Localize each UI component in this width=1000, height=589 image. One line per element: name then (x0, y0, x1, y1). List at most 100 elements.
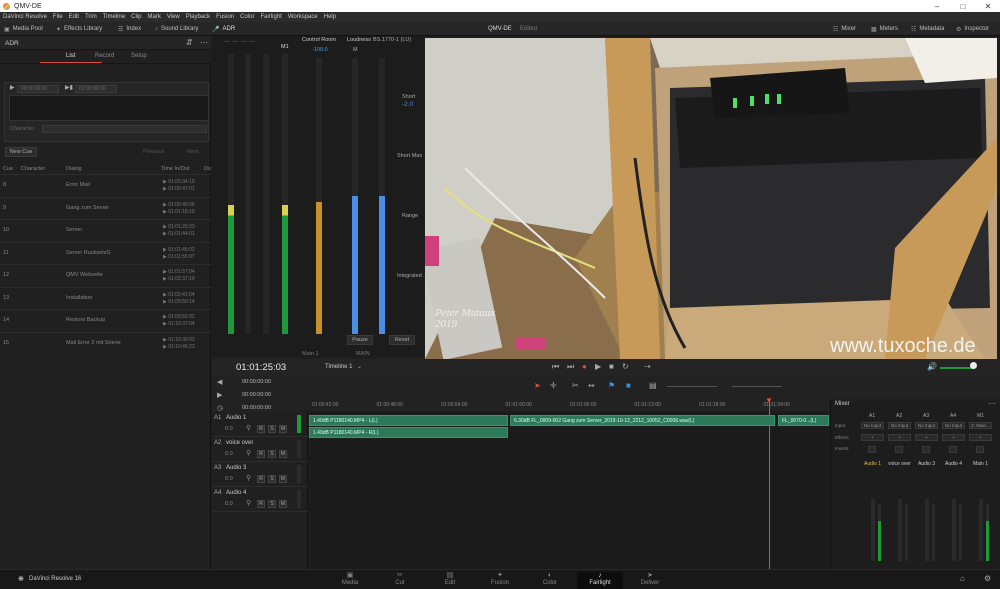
media-pool-button[interactable]: ▣ Media Pool (4, 24, 43, 34)
maximize-icon[interactable]: □ (950, 0, 976, 12)
clip-gang-zum-server[interactable]: 6.30dB FL_0009-002 Gang zum Server_2019-… (510, 415, 775, 426)
channel-fader[interactable] (979, 499, 983, 561)
menu-fairlight[interactable]: Fairlight (260, 14, 281, 20)
record-arm-button[interactable]: R (257, 450, 265, 458)
menu-mark[interactable]: Mark (148, 14, 161, 20)
flag-icon[interactable]: ⚑ (608, 381, 615, 390)
menu-fusion[interactable]: Fusion (216, 14, 234, 20)
channel-input[interactable]: 2: Main... (969, 422, 992, 429)
clip-a1-left[interactable]: 1.40dB P1180140.MP4 - L(L) (309, 415, 508, 426)
channel-inserts[interactable] (868, 446, 876, 453)
cue-row[interactable]: 14 Restore Backup ▶ 01:09:52:02 ▶ 01:10:37:… (0, 309, 211, 332)
page-tab-fairlight[interactable]: ♪ Fairlight (577, 572, 623, 589)
solo-button[interactable]: S (268, 450, 276, 458)
character-field[interactable] (42, 125, 207, 133)
page-tab-edit[interactable]: ▤ Edit (427, 572, 473, 589)
page-tab-color[interactable]: ◐ Color (527, 572, 573, 589)
dialog-input[interactable] (9, 95, 209, 121)
channel-input[interactable]: No Input (942, 422, 965, 429)
channel-inserts[interactable] (976, 446, 984, 453)
solo-button[interactable]: S (268, 500, 276, 508)
channel-inserts[interactable] (949, 446, 957, 453)
settings-icon[interactable]: ⚙ (984, 574, 991, 583)
channel-inserts[interactable] (922, 446, 930, 453)
new-cue-button[interactable]: New Cue (5, 147, 37, 157)
menu-workspace[interactable]: Workspace (288, 14, 318, 20)
cue-row[interactable]: 13 Installation ▶ 01:02:41:04 ▶ 01:09:50:14 (0, 286, 211, 310)
volume-slider[interactable] (940, 367, 974, 369)
record-in-field[interactable]: 00:00:00:00 (17, 85, 59, 93)
mute-button[interactable]: M (279, 425, 287, 433)
link-icon[interactable]: ↭ (588, 381, 595, 390)
tab-setup[interactable]: Setup (131, 53, 147, 59)
page-tab-fusion[interactable]: ✦ Fusion (477, 572, 523, 589)
channel-effects[interactable]: + (915, 434, 938, 441)
channel-input[interactable]: No Input (861, 422, 884, 429)
channel-effects[interactable]: + (942, 434, 965, 441)
page-tab-cut[interactable]: ✂ Cut (377, 572, 423, 589)
speaker-icon[interactable]: 🔊 (927, 362, 937, 371)
timeline-lanes[interactable]: ▼ 1.40dB P1180140.MP4 - L(L) 1.40dB P118… (309, 396, 829, 569)
mixer-more-icon[interactable]: ⋯ (988, 399, 996, 408)
marker-icon[interactable]: ■ (626, 381, 631, 390)
close-icon[interactable]: ✕ (975, 0, 1000, 12)
page-tab-deliver[interactable]: ➤ Deliver (627, 572, 673, 589)
cue-row[interactable]: 11 Server RucksetzG ▶ 01:01:45:02 ▶ 01:01:5… (0, 241, 211, 265)
channel-fader[interactable] (952, 499, 956, 561)
sound-library-button[interactable]: ♪ Sound Library (155, 24, 198, 34)
mixer-button[interactable]: ☷ Mixer (833, 24, 856, 34)
next-button[interactable]: Next (187, 149, 198, 155)
record-icon[interactable]: ● (582, 362, 587, 371)
zoom-slider-2[interactable] (732, 386, 782, 387)
main-selector[interactable]: Main 1 (302, 351, 319, 357)
track-volume[interactable]: 0.0 (225, 501, 233, 507)
timeline-selector[interactable]: Timeline 1 (325, 364, 352, 370)
mute-button[interactable]: M (279, 475, 287, 483)
channel-effects[interactable]: + (969, 434, 992, 441)
chevron-down-icon[interactable]: ⌄ (357, 363, 362, 370)
cue-row[interactable]: 9 Gang zum Server ▶ 01:00:49:06 ▶ 01:01:18:… (0, 196, 211, 220)
cue-row[interactable]: 10 Server ▶ 01:01:20:23 ▶ 01:01:44:01 (0, 219, 211, 242)
effects-library-button[interactable]: ✦ Effects Library (56, 24, 102, 34)
menu-edit[interactable]: Edit (69, 14, 79, 20)
minimize-icon[interactable]: – (924, 0, 950, 12)
record-arm-button[interactable]: R (257, 500, 265, 508)
record-arm-button[interactable]: R (257, 475, 265, 483)
track-name[interactable]: Audio 3 (226, 465, 246, 471)
meters-button[interactable]: ▩ Meters (871, 24, 898, 34)
lock-icon[interactable]: ⚲ (246, 499, 251, 507)
lock-icon[interactable]: ⚲ (246, 424, 251, 432)
track-volume[interactable]: 0.0 (225, 476, 233, 482)
pointer-tool-icon[interactable]: ➤ (534, 381, 541, 390)
menu-playback[interactable]: Playback (186, 14, 210, 20)
main-selector-2[interactable]: MAIN (356, 351, 370, 357)
metadata-button[interactable]: ☷ Metadata (911, 24, 944, 34)
tab-list[interactable]: List (66, 53, 75, 59)
track-header-a2[interactable]: A2 voice over 0.0 ⚲ R S M (212, 437, 308, 462)
menu-clip[interactable]: Clip (131, 14, 141, 20)
menu-timeline[interactable]: Timeline (103, 14, 125, 20)
channel-fader[interactable] (898, 499, 902, 561)
menu-file[interactable]: File (53, 14, 63, 20)
view-options-icon[interactable]: ▤ (649, 381, 657, 390)
channel-inserts[interactable] (895, 446, 903, 453)
menu-davinci[interactable]: DaVinci Resolve (3, 14, 47, 20)
jump-icon[interactable]: ⇢ (644, 362, 651, 371)
home-icon[interactable]: ⌂ (960, 574, 965, 583)
rewind-icon[interactable]: ⏮ (552, 362, 559, 372)
channel-fader[interactable] (925, 499, 929, 561)
reset-button[interactable]: Reset (389, 335, 415, 345)
tab-record[interactable]: Record (95, 53, 114, 59)
clip-a1-right[interactable]: 1.40dB P1180140.MP4 - R(L) (309, 427, 508, 438)
solo-button[interactable]: S (268, 425, 276, 433)
cue-row[interactable]: 15 Mail Error 2 mit Sirene ▶ 01:10:39:03 ▶ … (0, 331, 211, 355)
record-arm-button[interactable]: R (257, 425, 265, 433)
track-name[interactable]: Audio 1 (226, 415, 246, 421)
track-name[interactable]: Audio 4 (226, 490, 246, 496)
mute-button[interactable]: M (279, 500, 287, 508)
zoom-slider-1[interactable] (667, 386, 717, 387)
more-options-icon[interactable]: ⋯ (200, 38, 208, 47)
cue-row[interactable]: 12 QMV Webseite ▶ 01:01:57:04 ▶ 01:02:37:19 (0, 264, 211, 287)
track-header-a1[interactable]: A1 Audio 1 0.0 ⚲ R S M (212, 412, 308, 437)
inspector-button[interactable]: ⚙ Inspector (956, 24, 989, 34)
